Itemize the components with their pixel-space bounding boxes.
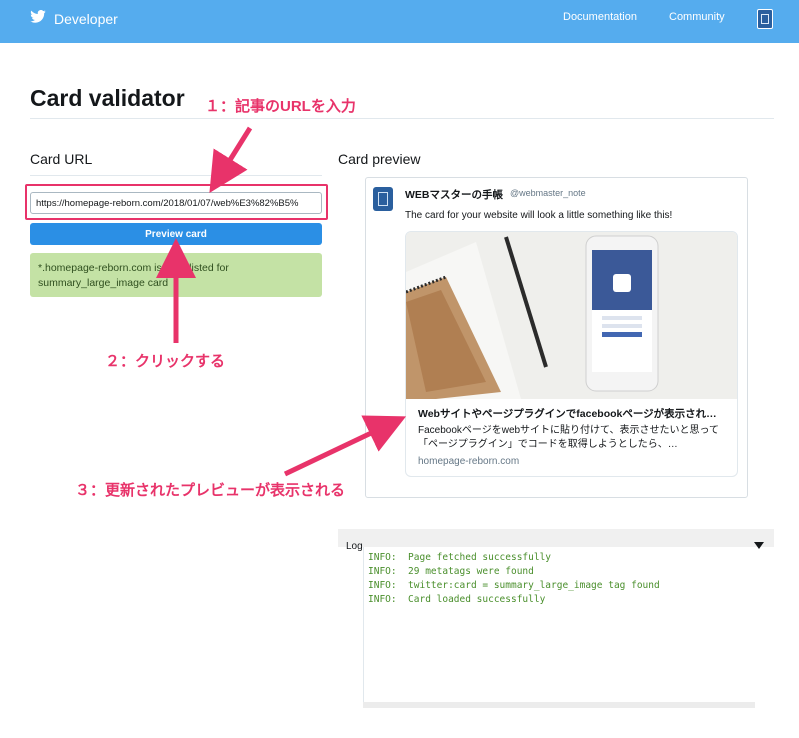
arrow-step1 bbox=[209, 126, 253, 193]
annotation-arrows bbox=[156, 126, 407, 477]
arrow-step3 bbox=[283, 415, 407, 477]
